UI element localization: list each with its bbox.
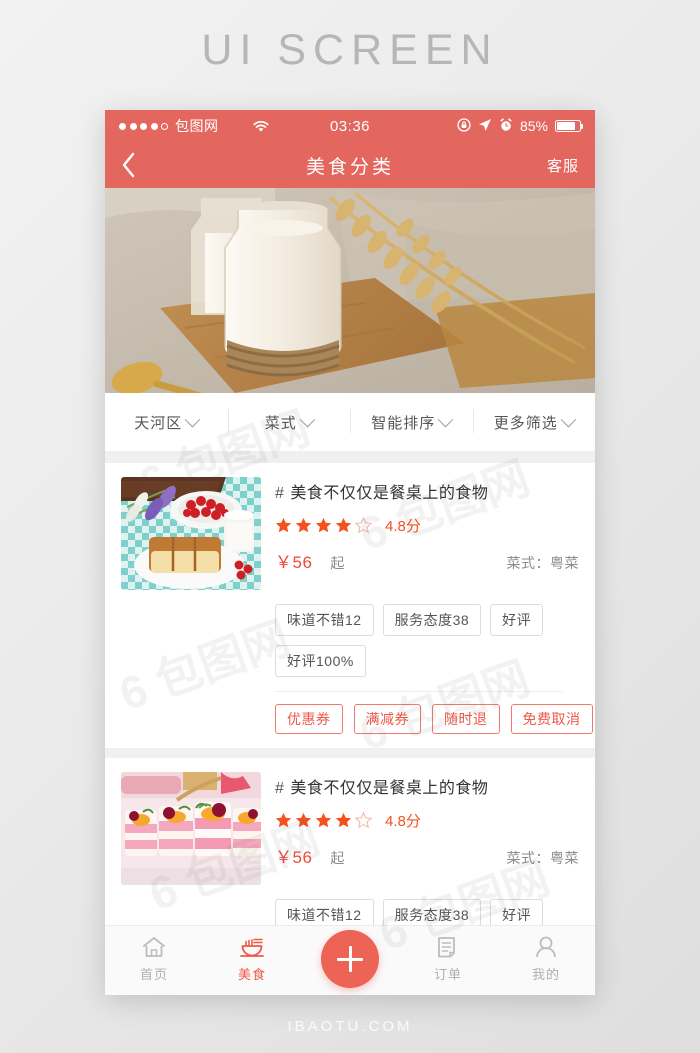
tag-chip[interactable]: 好评100% <box>275 645 366 677</box>
home-icon <box>143 937 165 957</box>
tab-orders[interactable]: 订单 <box>399 935 497 983</box>
restaurant-list: # 美食不仅仅是餐桌上的食物 4.8分 ￥56 起 菜式：粤菜 味道不错12 服… <box>105 463 595 931</box>
chevron-down-icon <box>299 411 316 427</box>
star-filled-icon <box>335 517 352 533</box>
price-row: ￥56 起 菜式：粤菜 <box>275 843 579 868</box>
nav-bar: 美食分类 客服 <box>105 142 595 188</box>
card-main: # 美食不仅仅是餐桌上的食物 4.8分 ￥56 起 菜式：粤菜 <box>121 477 579 590</box>
restaurant-title: # 美食不仅仅是餐桌上的食物 <box>275 774 579 798</box>
tag-chip[interactable]: 好评 <box>490 604 544 636</box>
restaurant-title-text: 美食不仅仅是餐桌上的食物 <box>290 780 489 797</box>
tab-label: 首页 <box>139 967 168 982</box>
chevron-down-icon <box>184 411 201 427</box>
status-bar-right: 85% <box>457 117 584 135</box>
status-bar-left: 包图网 <box>119 116 270 136</box>
price-value: ￥56 <box>275 553 313 572</box>
alarm-clock-icon <box>499 117 513 135</box>
tab-label: 订单 <box>433 967 462 982</box>
rating-score: 4.8分 <box>385 518 421 535</box>
milk-bottle-wheat-photo <box>105 188 595 393</box>
tag-chip[interactable]: 服务态度38 <box>382 604 482 636</box>
page-title: UI SCREEN <box>201 26 499 74</box>
tab-profile[interactable]: 我的 <box>497 935 595 983</box>
filter-sort[interactable]: 智能排序 <box>350 393 473 451</box>
list-item[interactable]: # 美食不仅仅是餐桌上的食物 4.8分 ￥56 起 菜式：粤菜 味道不错12 服… <box>105 463 595 748</box>
star-filled-icon <box>295 517 312 533</box>
tab-home[interactable]: 首页 <box>105 935 203 983</box>
filter-label: 智能排序 <box>371 414 436 432</box>
star-filled-icon <box>315 812 332 828</box>
food-thumbnail <box>121 477 261 590</box>
price-value: ￥56 <box>275 848 313 867</box>
star-filled-icon <box>275 812 292 828</box>
hero-banner-image <box>105 188 595 393</box>
battery-icon <box>555 120 584 132</box>
filter-label: 菜式 <box>264 414 297 432</box>
card-main: # 美食不仅仅是餐桌上的食物 4.8分 ￥56 起 菜式：粤菜 <box>121 772 579 885</box>
price-unit: 起 <box>330 555 345 571</box>
star-filled-icon <box>295 812 312 828</box>
rating-score: 4.8分 <box>385 813 421 830</box>
card-separator <box>105 748 595 758</box>
carrier-name: 包图网 <box>175 118 219 134</box>
filter-cuisine[interactable]: 菜式 <box>227 393 351 451</box>
star-filled-icon <box>335 812 352 828</box>
price-row: ￥56 起 菜式：粤菜 <box>275 548 579 573</box>
footer-watermark: IBAOTU.COM <box>287 1018 413 1035</box>
tag-list: 味道不错12 服务态度38 好评 好评100% <box>275 604 579 677</box>
wifi-icon <box>252 120 270 133</box>
cuisine-type: 菜式：粤菜 <box>506 850 579 866</box>
tab-label: 美食 <box>237 967 266 982</box>
filter-label: 天河区 <box>134 414 183 432</box>
chevron-down-icon <box>560 411 577 427</box>
hash-symbol: # <box>275 780 285 797</box>
back-button[interactable] <box>121 152 151 178</box>
person-icon <box>536 936 556 958</box>
bowl-icon <box>240 938 264 957</box>
restaurant-title-text: 美食不仅仅是餐桌上的食物 <box>290 485 489 502</box>
berry-cake-photo <box>121 477 261 590</box>
filter-more[interactable]: 更多筛选 <box>472 393 596 451</box>
card-info: # 美食不仅仅是餐桌上的食物 4.8分 ￥56 起 菜式：粤菜 <box>275 477 579 590</box>
price-unit: 起 <box>330 850 345 866</box>
tab-food[interactable]: 美食 <box>203 935 301 983</box>
star-filled-icon <box>315 517 332 533</box>
status-bar: 包图网 03:36 85% <box>105 110 595 142</box>
tag-chip[interactable]: 味道不错12 <box>275 604 374 636</box>
star-filled-icon <box>275 517 292 533</box>
list-item[interactable]: # 美食不仅仅是餐桌上的食物 4.8分 ￥56 起 菜式：粤菜 味道不错12 服… <box>105 758 595 931</box>
star-rating: 4.8分 <box>275 810 579 831</box>
coupon-list: 优惠券 满减券 随时退 免费取消 <box>121 692 593 748</box>
coupon-chip[interactable]: 优惠券 <box>275 704 343 734</box>
add-button[interactable] <box>321 930 379 988</box>
coupon-chip[interactable]: 满减券 <box>353 704 421 734</box>
restaurant-title: # 美食不仅仅是餐桌上的食物 <box>275 479 579 503</box>
star-empty-icon <box>355 812 372 829</box>
location-arrow-icon <box>478 118 492 135</box>
filter-label: 更多筛选 <box>493 414 558 432</box>
phone-mockup: 包图网 03:36 85% 美食分类 客服 天河区 菜式 智能排序 更多筛选 #… <box>105 110 595 995</box>
star-rating: 4.8分 <box>275 515 579 536</box>
filter-bar: 天河区 菜式 智能排序 更多筛选 <box>105 393 595 451</box>
card-info: # 美食不仅仅是餐桌上的食物 4.8分 ￥56 起 菜式：粤菜 <box>275 772 579 885</box>
battery-percent: 85% <box>519 118 548 134</box>
chevron-down-icon <box>437 411 454 427</box>
star-empty-icon <box>355 517 372 534</box>
coupon-chip[interactable]: 免费取消 <box>510 704 593 734</box>
cuisine-type: 菜式：粤菜 <box>506 555 579 571</box>
bottom-tab-bar: 首页 美食 订单 我的 <box>105 925 595 995</box>
food-thumbnail <box>121 772 261 885</box>
coupon-chip[interactable]: 随时退 <box>432 704 500 734</box>
hash-symbol: # <box>275 485 285 502</box>
signal-dots-icon <box>119 122 168 130</box>
section-divider <box>105 451 595 463</box>
dessert-cups-photo <box>121 772 261 885</box>
receipt-icon <box>438 937 455 958</box>
customer-service-button[interactable]: 客服 <box>547 155 579 176</box>
filter-district[interactable]: 天河区 <box>105 393 228 451</box>
rotation-lock-icon <box>457 117 471 135</box>
chevron-left-icon <box>122 152 135 178</box>
page-heading: 美食分类 <box>305 156 394 178</box>
tab-label: 我的 <box>531 967 560 982</box>
